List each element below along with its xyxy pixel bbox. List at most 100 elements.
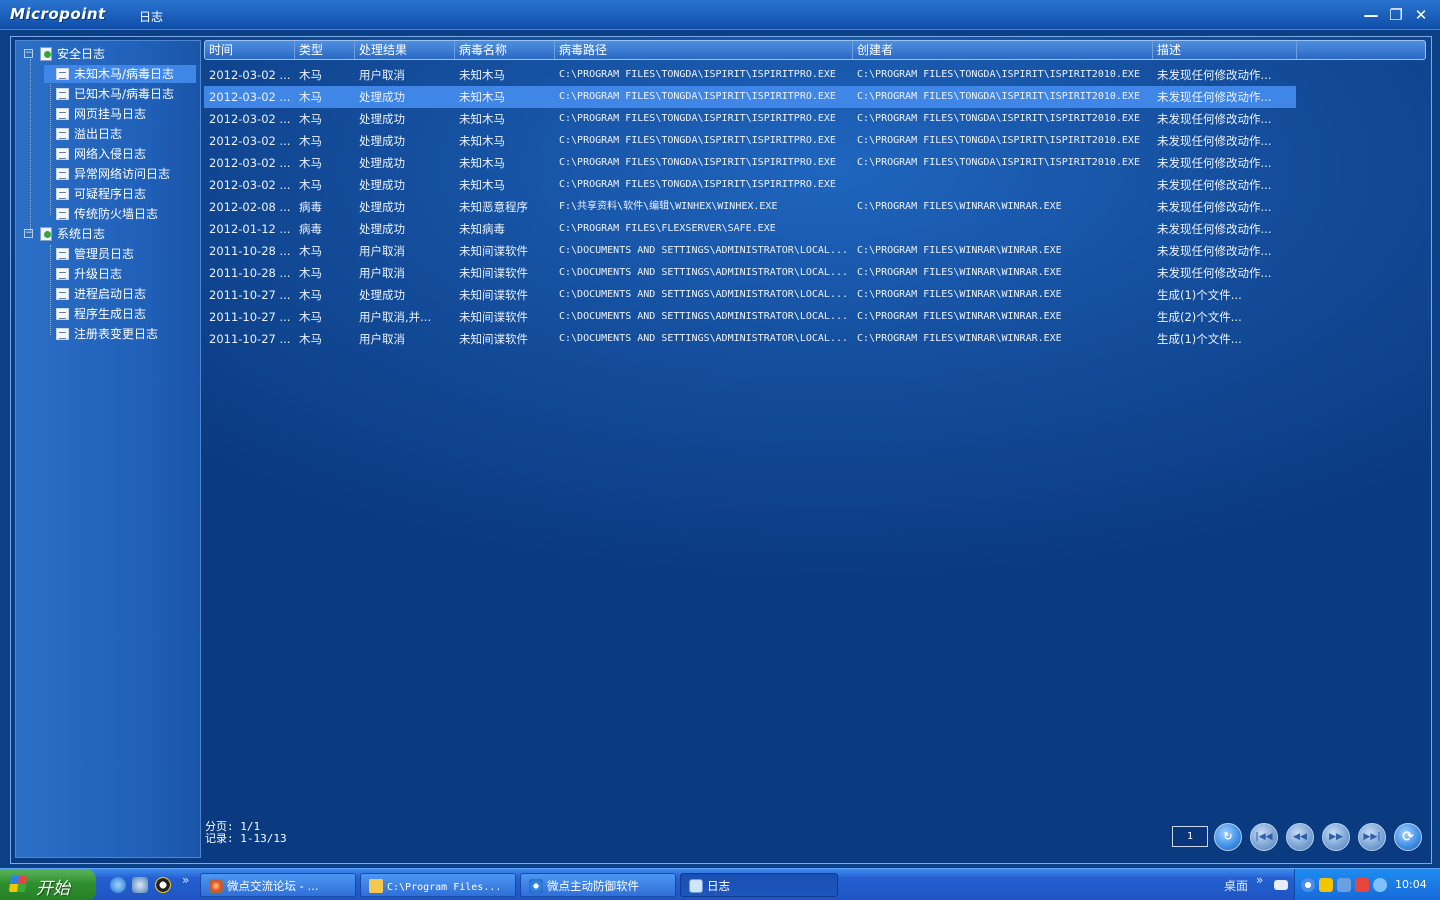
log-file-icon: [56, 168, 69, 180]
tree-item-label: 溢出日志: [74, 127, 123, 141]
tree-item-abnormal-network-access-log[interactable]: 异常网络访问日志: [44, 165, 196, 183]
cell-creator: C:\PROGRAM FILES\TONGDA\ISPIRIT\ISPIRIT2…: [857, 69, 1140, 80]
cell-description: 生成(2)个文件...: [1157, 310, 1242, 324]
cell-time: 2011-10-28 ...: [209, 244, 291, 258]
tree-item-known-trojan-virus-log[interactable]: 已知木马/病毒日志: [44, 85, 196, 103]
tree-item-network-intrusion-log[interactable]: 网络入侵日志: [44, 145, 196, 163]
column-header-creator[interactable]: 创建者: [853, 41, 1153, 59]
log-folder-icon: [40, 227, 52, 241]
cell-type: 木马: [299, 68, 322, 82]
cell-virus-name: 未知间谍软件: [459, 332, 528, 346]
page-number-input[interactable]: [1172, 826, 1208, 847]
tree-item-admin-log[interactable]: 管理员日志: [44, 245, 196, 263]
table-row[interactable]: 2012-03-02 ... 木马 用户取消 未知木马 C:\PROGRAM FILES…: [204, 64, 1296, 86]
column-header-description[interactable]: 描述: [1153, 41, 1297, 59]
start-button[interactable]: 开始: [0, 869, 96, 900]
column-header-virus-path[interactable]: 病毒路径: [555, 41, 853, 59]
refresh-button[interactable]: ⟳: [1394, 823, 1422, 851]
task-button-forum[interactable]: 微点交流论坛 - ...: [200, 873, 356, 897]
cell-description: 未发现任何修改动作...: [1157, 222, 1272, 236]
tree-item-traditional-firewall-log[interactable]: 传统防火墙日志: [44, 205, 196, 223]
qq-icon[interactable]: [155, 877, 171, 893]
task-label: 微点主动防御软件: [547, 879, 639, 893]
network-icon[interactable]: [1337, 878, 1351, 892]
collapse-toggle-icon[interactable]: −: [24, 49, 33, 58]
cell-virus-path: C:\DOCUMENTS AND SETTINGS\ADMINISTRATOR\…: [559, 333, 848, 344]
tree-item-process-start-log[interactable]: 进程启动日志: [44, 285, 196, 303]
tree-item-program-generation-log[interactable]: 程序生成日志: [44, 305, 196, 323]
cell-type: 病毒: [299, 200, 322, 214]
minimize-button[interactable]: —: [1360, 4, 1382, 26]
log-file-icon: [56, 288, 69, 300]
table-row[interactable]: 2012-03-02 ... 木马 处理成功 未知木马 C:\PROGRAM FILES…: [204, 86, 1296, 108]
cell-result: 处理成功: [359, 222, 405, 236]
table-row[interactable]: 2012-03-02 ... 木马 处理成功 未知木马 C:\PROGRAM FILES…: [204, 130, 1296, 152]
log-file-icon: [56, 268, 69, 280]
table-row[interactable]: 2012-01-12 ... 病毒 处理成功 未知病毒 C:\PROGRAM FILES…: [204, 218, 1296, 240]
task-label: 日志: [707, 879, 730, 893]
task-button-log[interactable]: 日志: [680, 873, 838, 897]
cell-creator: C:\PROGRAM FILES\TONGDA\ISPIRIT\ISPIRIT2…: [857, 113, 1140, 124]
table-row[interactable]: 2011-10-27 ... 木马 用户取消,并... 未知间谍软件 C:\DOCUME…: [204, 306, 1296, 328]
cell-result: 处理成功: [359, 90, 405, 104]
last-page-button[interactable]: ▶▶|: [1358, 823, 1386, 851]
close-button[interactable]: ✕: [1410, 4, 1432, 26]
cell-virus-path: C:\PROGRAM FILES\TONGDA\ISPIRIT\ISPIRITP…: [559, 135, 836, 146]
cell-virus-path: C:\PROGRAM FILES\TONGDA\ISPIRIT\ISPIRITP…: [559, 179, 836, 190]
column-header-time[interactable]: 时间: [205, 41, 295, 59]
table-row[interactable]: 2012-03-02 ... 木马 处理成功 未知木马 C:\PROGRAM FILES…: [204, 174, 1296, 196]
collapse-toggle-icon[interactable]: −: [24, 229, 33, 238]
tree-item-upgrade-log[interactable]: 升级日志: [44, 265, 196, 283]
star-icon[interactable]: [1319, 878, 1333, 892]
cell-virus-name: 未知间谍软件: [459, 310, 528, 324]
first-page-button[interactable]: |◀◀: [1250, 823, 1278, 851]
tree-root-system-log[interactable]: − 系统日志: [24, 225, 194, 243]
tree-item-webpage-trojan-log[interactable]: 网页挂马日志: [44, 105, 196, 123]
table-row[interactable]: 2011-10-27 ... 木马 用户取消 未知间谍软件 C:\DOCUMENTS A…: [204, 328, 1296, 350]
tree-root-security-log[interactable]: − 安全日志: [24, 45, 194, 63]
internet-explorer-icon[interactable]: [110, 877, 126, 893]
task-button-micropoint[interactable]: 微点主动防御软件: [520, 873, 676, 897]
tree-item-label: 可疑程序日志: [74, 187, 147, 201]
tree-item-suspicious-program-log[interactable]: 可疑程序日志: [44, 185, 196, 203]
tree-item-overflow-log[interactable]: 溢出日志: [44, 125, 196, 143]
tray-expand-icon[interactable]: [1301, 878, 1315, 892]
main-frame: − 安全日志 未知木马/病毒日志 已知木马/病毒日志 网页挂马日志 溢出日志 网…: [10, 36, 1432, 864]
table-row[interactable]: 2012-02-08 ... 病毒 处理成功 未知恶意程序 F:\共享资料\软件\编辑\…: [204, 196, 1296, 218]
title-bar: Micropoint 日志 — ❐ ✕: [0, 0, 1440, 30]
tree-item-registry-change-log[interactable]: 注册表变更日志: [44, 325, 196, 343]
record-count-text: 记录: 1-13/13: [205, 832, 287, 845]
toolbar-more-icon[interactable]: »: [1256, 873, 1263, 887]
tree-item-label: 管理员日志: [74, 247, 135, 261]
cell-description: 未发现任何修改动作...: [1157, 68, 1272, 82]
cell-result: 处理成功: [359, 112, 405, 126]
cell-time: 2012-03-02 ...: [209, 68, 291, 82]
volume-icon[interactable]: [1373, 878, 1387, 892]
chrome-icon: [209, 879, 223, 893]
cell-type: 木马: [299, 156, 322, 170]
cell-description: 生成(1)个文件...: [1157, 332, 1242, 346]
log-category-tree[interactable]: − 安全日志 未知木马/病毒日志 已知木马/病毒日志 网页挂马日志 溢出日志 网…: [15, 40, 201, 858]
desktop-toolbar-label[interactable]: 桌面: [1224, 877, 1248, 894]
table-row[interactable]: 2011-10-28 ... 木马 用户取消 未知间谍软件 C:\DOCUMENTS A…: [204, 262, 1296, 284]
column-header-result[interactable]: 处理结果: [355, 41, 455, 59]
column-header-type[interactable]: 类型: [295, 41, 355, 59]
next-page-button[interactable]: ▶▶: [1322, 823, 1350, 851]
table-row[interactable]: 2011-10-28 ... 木马 用户取消 未知间谍软件 C:\DOCUMENTS A…: [204, 240, 1296, 262]
table-row[interactable]: 2012-03-02 ... 木马 处理成功 未知木马 C:\PROGRAM FILES…: [204, 108, 1296, 130]
tree-item-unknown-trojan-virus-log[interactable]: 未知木马/病毒日志: [44, 65, 196, 83]
cell-type: 木马: [299, 288, 322, 302]
keyboard-icon[interactable]: [1274, 880, 1288, 890]
task-button-explorer[interactable]: C:\Program Files...: [360, 873, 516, 897]
table-row[interactable]: 2011-10-27 ... 木马 处理成功 未知间谍软件 C:\DOCUMENTS A…: [204, 284, 1296, 306]
go-to-page-button[interactable]: ↻: [1214, 823, 1242, 851]
table-row[interactable]: 2012-03-02 ... 木马 处理成功 未知木马 C:\PROGRAM FILES…: [204, 152, 1296, 174]
column-header-virus-name[interactable]: 病毒名称: [455, 41, 555, 59]
previous-page-button[interactable]: ◀◀: [1286, 823, 1314, 851]
table-header: 时间 类型 处理结果 病毒名称 病毒路径 创建者 描述: [204, 40, 1426, 60]
quicklaunch-more-icon[interactable]: »: [182, 873, 189, 887]
restore-button[interactable]: ❐: [1385, 4, 1407, 26]
ati-icon[interactable]: [1355, 878, 1369, 892]
desktop-icon[interactable]: [132, 877, 148, 893]
cell-result: 用户取消: [359, 332, 405, 346]
